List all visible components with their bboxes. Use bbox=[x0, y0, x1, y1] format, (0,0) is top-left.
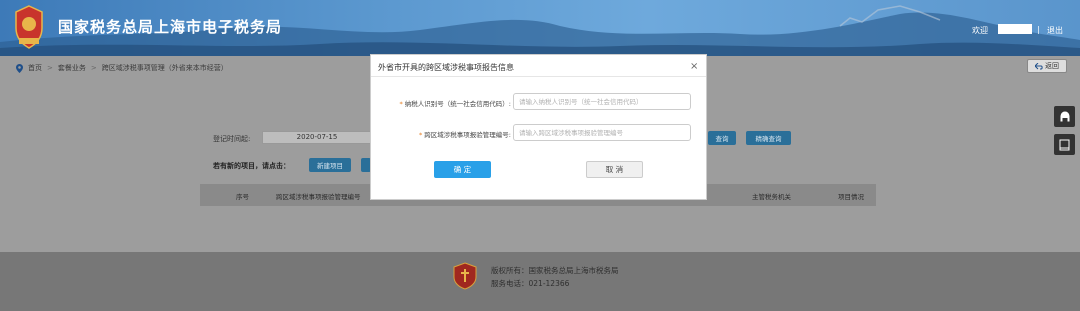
location-pin-icon bbox=[16, 63, 23, 73]
required-mark: * bbox=[399, 100, 403, 108]
cancel-button[interactable]: 取 消 bbox=[586, 161, 643, 178]
back-arrow-icon bbox=[1035, 62, 1043, 69]
headset-icon[interactable] bbox=[1054, 106, 1075, 127]
th-number: 跨区域涉税事项报验管理编号 bbox=[276, 193, 361, 201]
modal-title: 外省市开具的跨区域涉税事项报告信息 bbox=[378, 63, 514, 72]
query-button[interactable]: 查询 bbox=[708, 131, 736, 145]
report-number-label: * 跨区域涉税事项报验管理编号: bbox=[391, 129, 511, 139]
confirm-button[interactable]: 确 定 bbox=[434, 161, 491, 178]
footer-emblem-icon bbox=[453, 262, 477, 290]
footer-copyright: 版权所有：国家税务总局上海市税务局 bbox=[491, 266, 619, 275]
breadcrumb-current: 跨区域涉税事项管理（外省来本市经营） bbox=[101, 64, 228, 72]
breadcrumb-arrow: > bbox=[90, 64, 97, 72]
site-title: 国家税务总局上海市电子税务局 bbox=[58, 18, 283, 36]
taxpayer-id-label-text: 纳税人识别号（统一社会信用代码）: bbox=[404, 100, 511, 108]
book-icon[interactable] bbox=[1054, 134, 1075, 155]
new-project-prompt: 若有新的项目，请点击： bbox=[213, 162, 290, 170]
report-info-modal: 外省市开具的跨区域涉税事项报告信息 × * 纳税人识别号（统一社会信用代码）: … bbox=[370, 54, 707, 200]
breadcrumb: 首页 > 套餐业务 > 跨区域涉税事项管理（外省来本市经营） bbox=[16, 63, 228, 73]
detail-query-button[interactable]: 精确查询 bbox=[746, 131, 791, 145]
required-mark: * bbox=[418, 131, 423, 139]
report-number-label-text: 跨区域涉税事项报验管理编号: bbox=[424, 131, 511, 139]
footer-phone: 服务电话：021-12366 bbox=[491, 279, 570, 288]
th-authority: 主管税务机关 bbox=[752, 193, 791, 201]
new-project-button[interactable]: 新建项目 bbox=[309, 158, 351, 172]
logout-link[interactable]: 退出 bbox=[1047, 25, 1063, 36]
close-icon[interactable]: × bbox=[690, 61, 698, 72]
back-button[interactable]: 返回 bbox=[1027, 59, 1067, 73]
back-button-label: 返回 bbox=[1045, 62, 1059, 70]
modal-divider bbox=[371, 76, 706, 77]
th-index: 序号 bbox=[236, 193, 249, 201]
taxpayer-id-input[interactable] bbox=[513, 93, 691, 110]
header-separator: | bbox=[1037, 25, 1040, 34]
emblem-icon bbox=[15, 5, 43, 49]
site-header: 国家税务总局上海市电子税务局 欢迎 | 退出 bbox=[0, 0, 1080, 56]
welcome-text: 欢迎 bbox=[972, 26, 988, 35]
date-input[interactable]: 2020-07-15 bbox=[262, 131, 372, 144]
breadcrumb-home[interactable]: 首页 bbox=[28, 63, 42, 73]
date-label: 登记时间起: bbox=[213, 135, 251, 143]
breadcrumb-arrow: > bbox=[47, 64, 53, 72]
th-status: 项目情况 bbox=[838, 193, 864, 201]
masked-username bbox=[998, 24, 1032, 34]
report-number-input[interactable] bbox=[513, 124, 691, 141]
breadcrumb-package[interactable]: 套餐业务 bbox=[58, 63, 86, 73]
taxpayer-id-label: * 纳税人识别号（统一社会信用代码）: bbox=[391, 98, 511, 108]
